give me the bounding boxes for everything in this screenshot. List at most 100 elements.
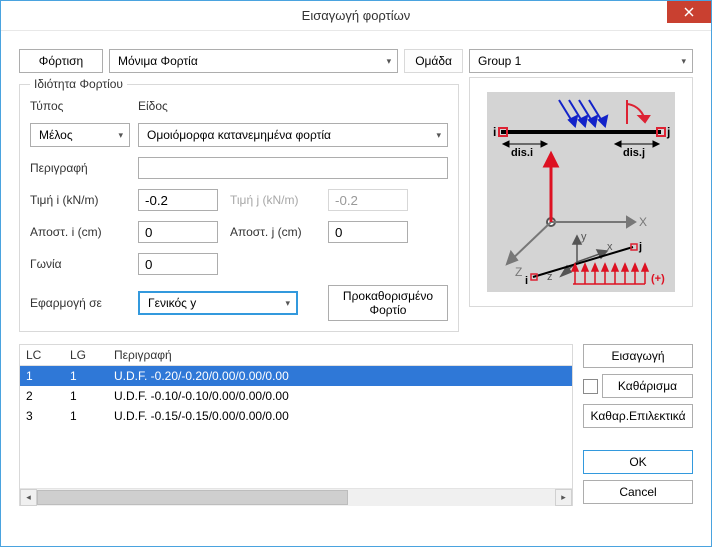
- grid-body: 11U.D.F. -0.20/-0.20/0.00/0.00/0.0021U.D…: [20, 366, 572, 488]
- axis-y-small: y: [581, 231, 587, 243]
- loads-grid[interactable]: LC LG Περιγραφή 11U.D.F. -0.20/-0.20/0.0…: [19, 344, 573, 506]
- fortisi-button[interactable]: Φόρτιση: [19, 49, 103, 73]
- table-row[interactable]: 11U.D.F. -0.20/-0.20/0.00/0.00/0.00: [20, 366, 572, 386]
- apply-select[interactable]: Γενικός y ▾: [138, 291, 298, 315]
- angle-row: Γωνία: [30, 253, 448, 275]
- value-j-input: [328, 189, 408, 211]
- group-value: Group 1: [478, 54, 521, 68]
- col-lg: LG: [64, 345, 108, 365]
- cell-desc: U.D.F. -0.15/-0.15/0.00/0.00/0.00: [108, 406, 572, 426]
- titlebar: Εισαγωγή φορτίων: [1, 1, 711, 31]
- kind-label: Είδος: [138, 99, 168, 113]
- apply-label: Εφαρμογή σε: [30, 296, 130, 310]
- side-buttons: Εισαγωγή Καθάρισμα Καθαρ.Επιλεκτικά OK C…: [583, 344, 693, 506]
- scroll-left-button[interactable]: ◂: [20, 489, 37, 506]
- node-i-label: i: [493, 125, 496, 139]
- clear-sel-label: Καθαρ.Επιλεκτικά: [590, 409, 685, 423]
- clear-label: Καθάρισμα: [618, 379, 677, 393]
- value-i-j-row: Τιμή i (kN/m) Τιμή j (kN/m): [30, 189, 448, 211]
- horizontal-scrollbar[interactable]: ◂ ▸: [20, 488, 572, 505]
- type-kind-row: Μέλος ▾ Ομοιόμορφα κατανεμημένα φορτία ▾: [30, 123, 448, 147]
- disi-label: dis.i: [511, 147, 533, 159]
- ok-button[interactable]: OK: [583, 450, 693, 474]
- dialog-content: Φόρτιση Μόνιμα Φορτία ▾ Ομάδα Group 1 ▾ …: [1, 31, 711, 516]
- col-desc: Περιγραφή: [108, 345, 572, 365]
- chevron-down-icon: ▾: [285, 298, 290, 309]
- col-lc: LC: [20, 345, 64, 365]
- clear-button[interactable]: Καθάρισμα: [602, 374, 693, 398]
- clear-selective-button[interactable]: Καθαρ.Επιλεκτικά: [583, 404, 693, 428]
- group-label: Ομάδα: [415, 54, 452, 68]
- top-row: Φόρτιση Μόνιμα Φορτία ▾ Ομάδα Group 1 ▾: [19, 49, 693, 73]
- description-input[interactable]: [138, 157, 448, 179]
- cell-desc: U.D.F. -0.10/-0.10/0.00/0.00/0.00: [108, 386, 572, 406]
- kind-value: Ομοιόμορφα κατανεμημένα φορτία: [147, 128, 331, 142]
- cell-lg: 1: [64, 406, 108, 426]
- type-kind-labels: Τύπος Είδος: [30, 99, 448, 113]
- cell-lg: 1: [64, 366, 108, 386]
- cancel-label: Cancel: [619, 485, 656, 499]
- grid-header: LC LG Περιγραφή: [20, 345, 572, 366]
- dialog-window: Εισαγωγή φορτίων Φόρτιση Μόνιμα Φορτία ▾…: [0, 0, 712, 547]
- group-select[interactable]: Group 1 ▾: [469, 49, 693, 73]
- diagram-svg: i j dis.i dis.j: [487, 92, 675, 292]
- apply-row: Εφαρμογή σε Γενικός y ▾ Προκαθορισμένο Φ…: [30, 285, 448, 321]
- description-label: Περιγραφή: [30, 161, 130, 175]
- fortisi-label: Φόρτιση: [39, 54, 83, 68]
- chevron-down-icon: ▾: [118, 130, 123, 141]
- table-row[interactable]: 21U.D.F. -0.10/-0.10/0.00/0.00/0.00: [20, 386, 572, 406]
- axis-x-small: x: [607, 241, 613, 253]
- apply-value: Γενικός y: [148, 296, 196, 310]
- scroll-right-button[interactable]: ▸: [555, 489, 572, 506]
- cell-lc: 2: [20, 386, 64, 406]
- table-row[interactable]: 31U.D.F. -0.15/-0.15/0.00/0.00/0.00: [20, 406, 572, 426]
- load-category-select[interactable]: Μόνιμα Φορτία ▾: [109, 49, 398, 73]
- scroll-thumb[interactable]: [37, 490, 348, 505]
- disj-label: dis.j: [623, 147, 645, 159]
- close-icon: [684, 7, 694, 17]
- scroll-track[interactable]: [37, 489, 555, 506]
- value-j-label: Τιμή j (kN/m): [230, 193, 320, 207]
- description-row: Περιγραφή: [30, 157, 448, 179]
- value-i-input[interactable]: [138, 189, 218, 211]
- chevron-down-icon: ▾: [387, 56, 392, 67]
- dist-i-input[interactable]: [138, 221, 218, 243]
- fieldset-legend: Ιδιότητα Φορτίου: [30, 77, 127, 91]
- load-properties-fieldset: Ιδιότητα Φορτίου Τύπος Είδος Μέλος ▾ Ομο…: [19, 77, 459, 332]
- type-value: Μέλος: [39, 128, 73, 142]
- bottom-row: LC LG Περιγραφή 11U.D.F. -0.20/-0.20/0.0…: [19, 344, 693, 506]
- load-diagram: i j dis.i dis.j: [487, 92, 675, 292]
- node-j-label: j: [666, 125, 670, 139]
- clear-checkbox[interactable]: [583, 379, 598, 394]
- type-label: Τύπος: [30, 99, 130, 113]
- predefined-load-button[interactable]: Προκαθορισμένο Φορτίο: [328, 285, 448, 321]
- value-i-label: Τιμή i (kN/m): [30, 193, 130, 207]
- cell-lc: 1: [20, 366, 64, 386]
- preview-panel: i j dis.i dis.j: [469, 77, 693, 307]
- cancel-button[interactable]: Cancel: [583, 480, 693, 504]
- axis-X: X: [639, 215, 647, 229]
- chevron-down-icon: ▾: [436, 130, 441, 141]
- cell-lg: 1: [64, 386, 108, 406]
- clear-row: Καθάρισμα: [583, 374, 693, 398]
- dist-j-input[interactable]: [328, 221, 408, 243]
- cell-lc: 3: [20, 406, 64, 426]
- insert-label: Εισαγωγή: [611, 349, 664, 363]
- insert-button[interactable]: Εισαγωγή: [583, 344, 693, 368]
- plus-label: (+): [651, 273, 665, 285]
- load-category-value: Μόνιμα Φορτία: [118, 54, 198, 68]
- angle-input[interactable]: [138, 253, 218, 275]
- dist-j-label: Αποστ. j (cm): [230, 225, 320, 239]
- ok-label: OK: [629, 455, 646, 469]
- j-small: j: [638, 241, 642, 253]
- close-button[interactable]: [667, 1, 711, 23]
- axis-Z: Z: [515, 265, 522, 279]
- window-title: Εισαγωγή φορτίων: [302, 8, 411, 23]
- angle-label: Γωνία: [30, 257, 130, 271]
- type-select[interactable]: Μέλος ▾: [30, 123, 130, 147]
- predef-label: Προκαθορισμένο Φορτίο: [329, 289, 447, 318]
- group-label-box: Ομάδα: [404, 49, 463, 73]
- kind-select[interactable]: Ομοιόμορφα κατανεμημένα φορτία ▾: [138, 123, 448, 147]
- cell-desc: U.D.F. -0.20/-0.20/0.00/0.00/0.00: [108, 366, 572, 386]
- chevron-down-icon: ▾: [681, 56, 686, 67]
